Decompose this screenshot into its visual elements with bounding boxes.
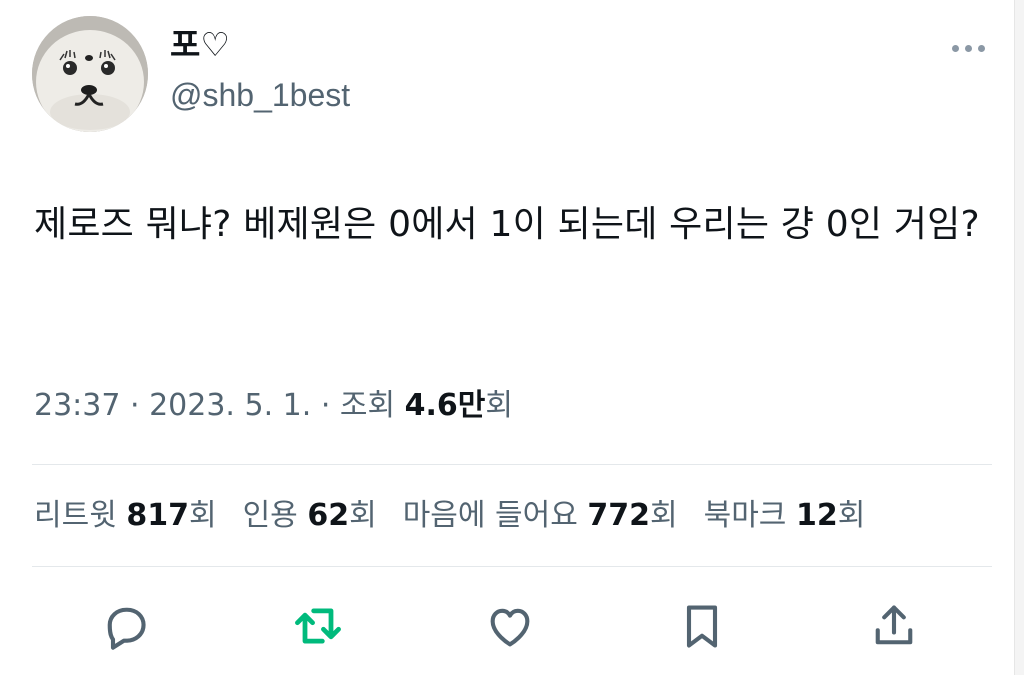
- like-icon: [490, 608, 530, 647]
- views-unit: 만: [457, 388, 486, 423]
- stat-suffix: 회: [188, 498, 217, 533]
- stat-label: 북마크: [703, 498, 796, 533]
- display-name[interactable]: 포♡: [170, 24, 230, 66]
- bookmark-button[interactable]: [674, 598, 730, 654]
- stat-value: 62: [307, 498, 350, 533]
- stat-suffix: 회: [650, 498, 678, 533]
- tweet-date[interactable]: 2023. 5. 1.: [149, 388, 311, 423]
- reply-button[interactable]: [98, 598, 154, 654]
- user-handle[interactable]: @shb_1best: [170, 74, 350, 116]
- share-button[interactable]: [866, 598, 922, 654]
- divider: [32, 464, 992, 465]
- divider: [32, 566, 992, 567]
- stat-label: 마음에 들어요: [402, 498, 588, 533]
- bookmark-icon: [686, 605, 718, 648]
- like-button[interactable]: [482, 598, 538, 654]
- stat-suffix: 회: [837, 498, 866, 533]
- stat-label: 리트윗: [34, 498, 127, 533]
- meta-separator: ·: [120, 388, 150, 423]
- views-label: 조회: [339, 388, 405, 423]
- more-options-icon[interactable]: [946, 38, 990, 58]
- retweet-button[interactable]: [290, 598, 346, 654]
- action-bar: [0, 598, 1024, 654]
- stat-value: 817: [126, 498, 189, 533]
- tweet-metadata: 23:37 · 2023. 5. 1. · 조회 4.6만회: [34, 384, 513, 428]
- stat-suffix: 회: [349, 498, 377, 533]
- retweet-icon: [295, 608, 341, 644]
- scrollbar[interactable]: [1014, 0, 1024, 675]
- avatar[interactable]: [32, 16, 148, 132]
- stat-label: 인용: [242, 498, 308, 533]
- stat-quotes[interactable]: 인용 62회: [243, 494, 377, 538]
- stat-bookmarks[interactable]: 북마크 12회: [704, 494, 866, 538]
- views-suffix: 회: [485, 388, 514, 423]
- tweet-text: 제로즈 뭐냐? 베제원은 0에서 1이 되는데 우리는 걍 0인 거임?: [34, 204, 980, 245]
- share-icon: [875, 605, 913, 645]
- engagement-stats: 리트윗 817회 인용 62회 마음에 들어요 772회 북마크 12회: [34, 494, 865, 538]
- views-count: 4.6: [404, 388, 458, 423]
- tweet-time[interactable]: 23:37: [34, 388, 120, 423]
- avatar-seal-image: [32, 16, 148, 132]
- meta-separator: ·: [311, 388, 340, 423]
- stat-likes[interactable]: 마음에 들어요 772회: [403, 494, 678, 538]
- stat-value: 12: [795, 498, 838, 533]
- reply-icon: [107, 607, 146, 650]
- stat-value: 772: [587, 498, 650, 533]
- stat-retweets[interactable]: 리트윗 817회: [34, 494, 217, 538]
